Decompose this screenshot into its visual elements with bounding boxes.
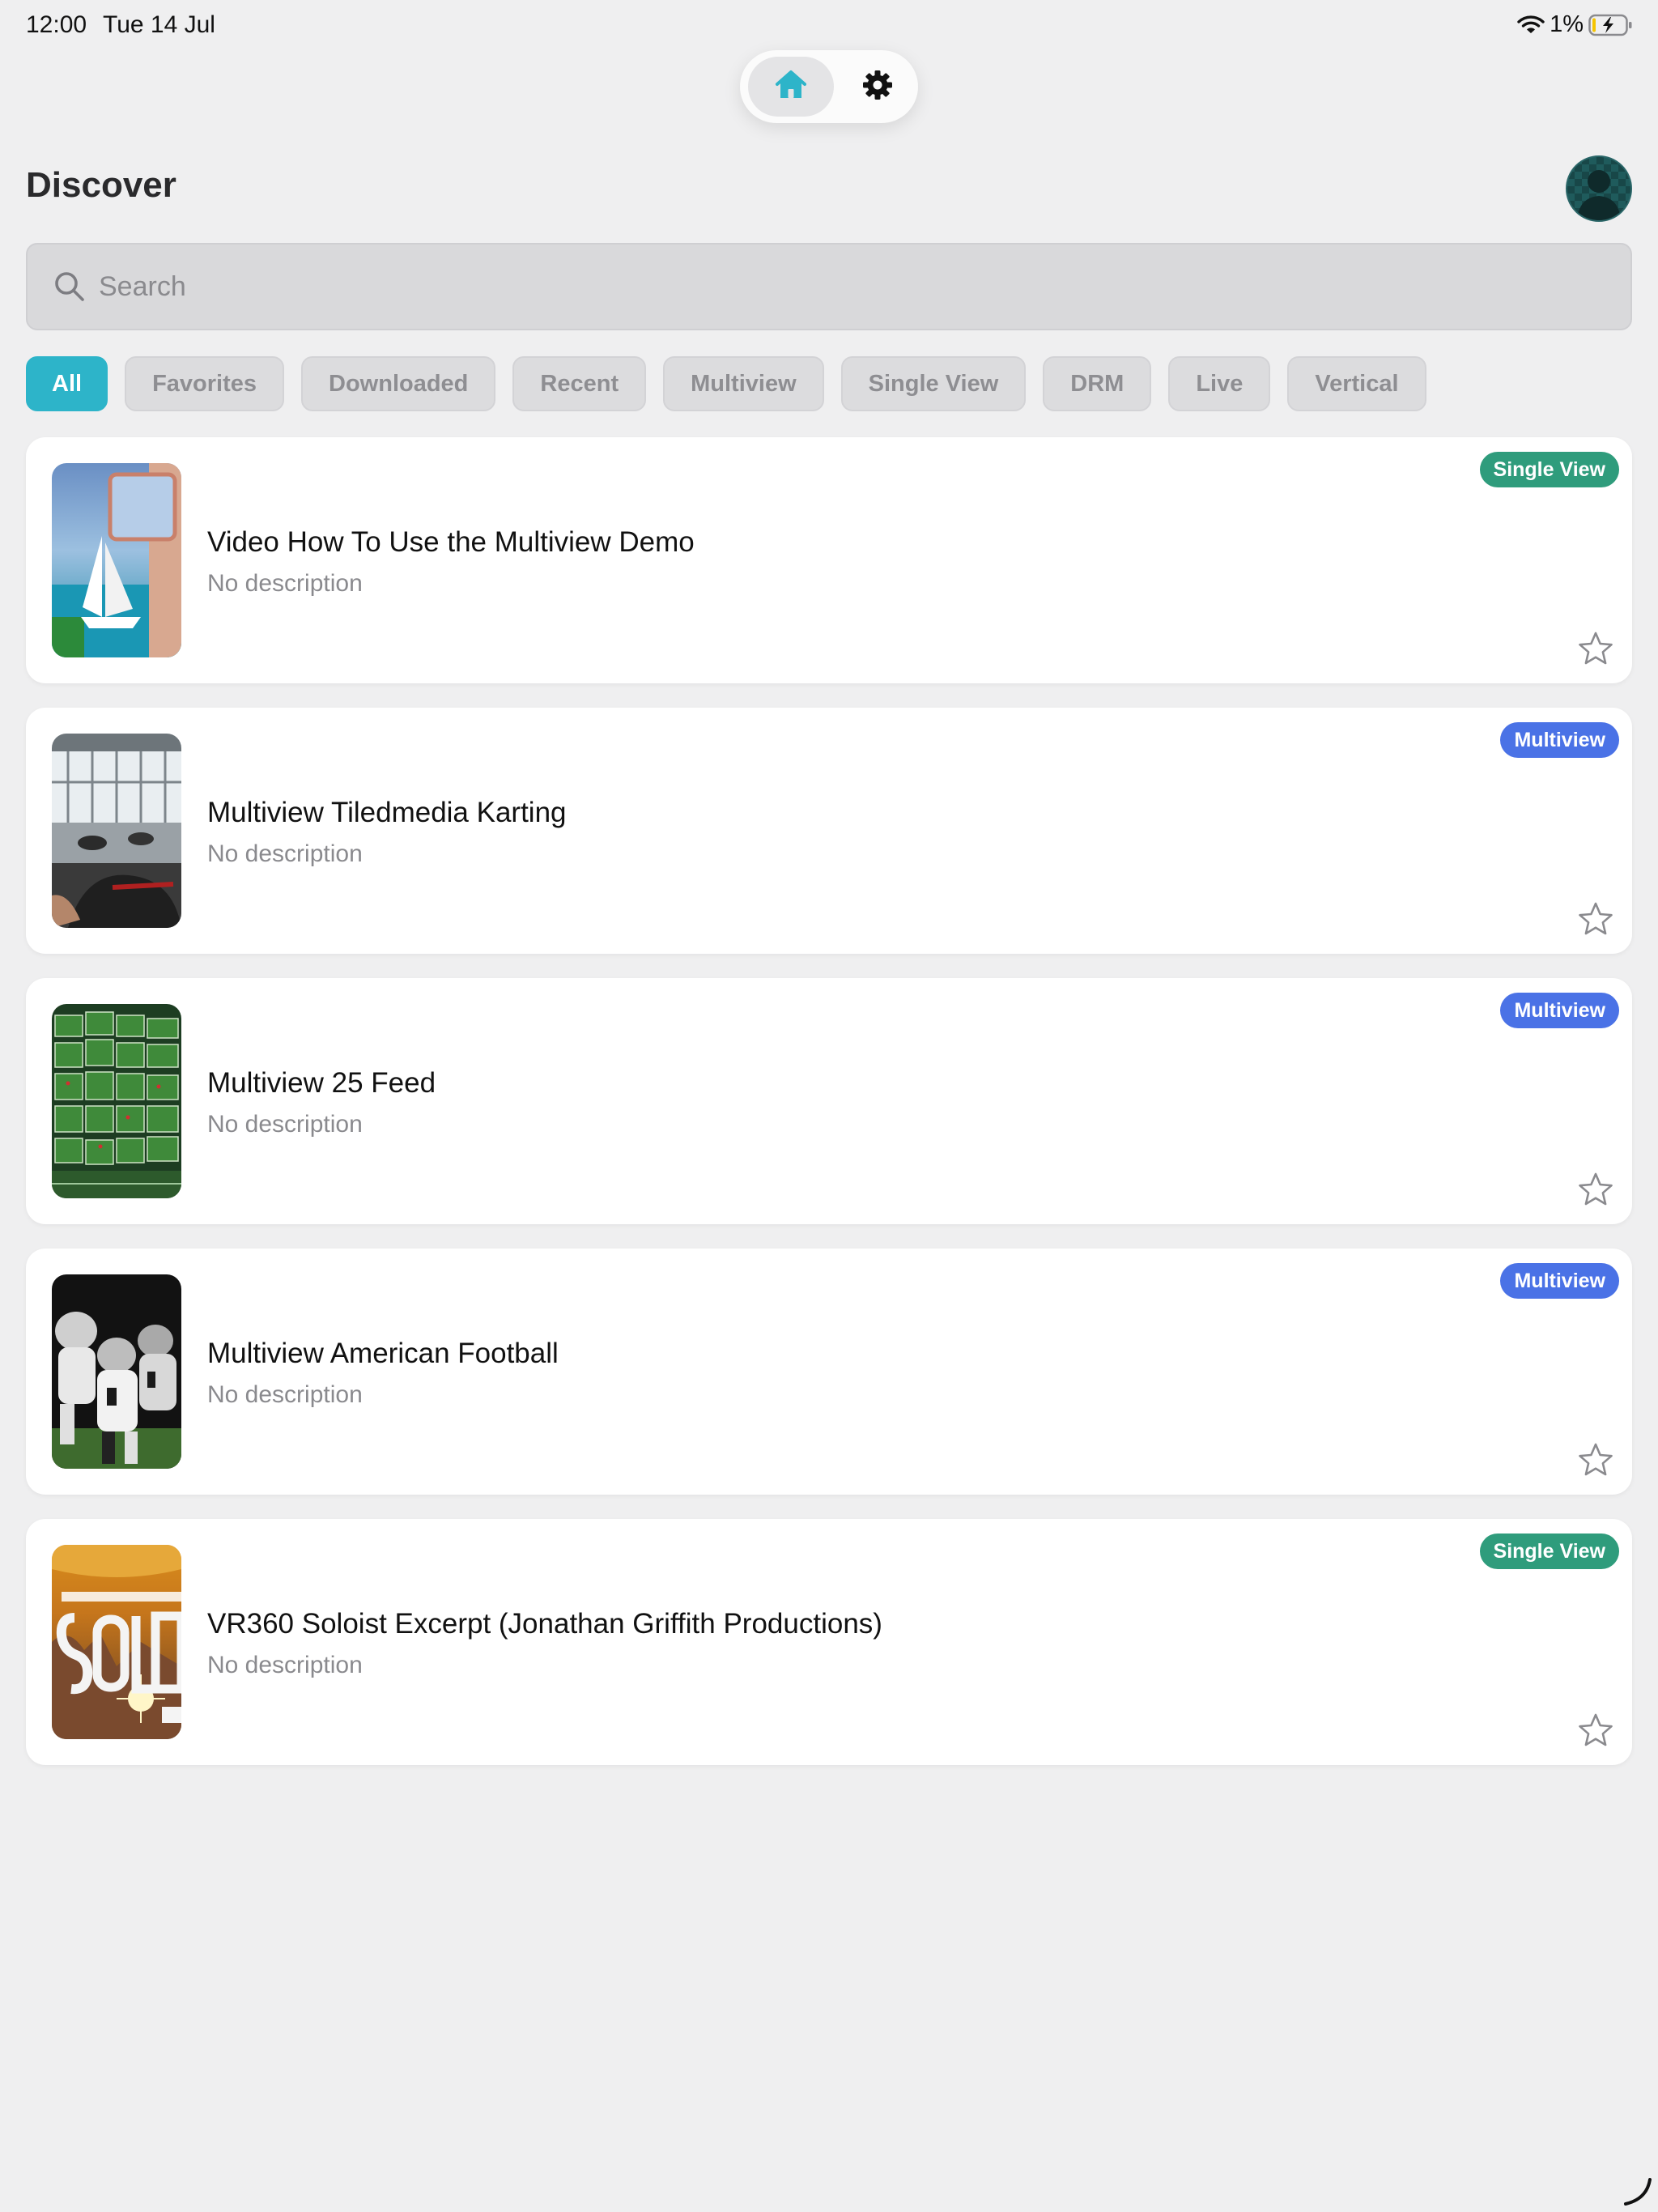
thumbnail-football-grid <box>52 1004 181 1198</box>
favorite-star-icon[interactable] <box>1577 1171 1614 1208</box>
home-icon <box>774 69 808 105</box>
favorite-star-icon[interactable] <box>1577 900 1614 938</box>
favorite-star-icon[interactable] <box>1577 1712 1614 1749</box>
type-badge: Single View <box>1479 452 1619 487</box>
filter-chip-single-view[interactable]: Single View <box>840 356 1027 411</box>
card-description: No description <box>207 1111 363 1138</box>
content-card[interactable]: Multiview American Football No descripti… <box>26 1249 1632 1495</box>
content-card[interactable]: Multiview Tiledmedia Karting No descript… <box>26 708 1632 954</box>
filter-chip-live[interactable]: Live <box>1168 356 1271 411</box>
type-badge: Multiview <box>1500 1263 1619 1299</box>
top-navigation <box>740 50 918 123</box>
card-description: No description <box>207 1381 363 1408</box>
status-bar: 12:00 Tue 14 Jul 1% <box>0 0 1658 53</box>
favorite-star-icon[interactable] <box>1577 630 1614 667</box>
card-title: Multiview American Football <box>207 1338 559 1369</box>
status-indicators: 1% <box>1517 11 1634 38</box>
favorite-star-icon[interactable] <box>1577 1441 1614 1478</box>
search-input[interactable] <box>86 245 1630 329</box>
settings-tab[interactable] <box>844 57 912 117</box>
search-bar <box>26 243 1632 330</box>
battery-charging-icon <box>1588 14 1634 36</box>
search-icon <box>55 272 84 301</box>
filter-chip-multiview[interactable]: Multiview <box>663 356 824 411</box>
type-badge: Single View <box>1479 1534 1619 1569</box>
filter-chip-drm[interactable]: DRM <box>1043 356 1152 411</box>
app-screen: 12:00 Tue 14 Jul 1% Discover Search All … <box>0 0 1658 2212</box>
status-time: 12:00 <box>26 11 87 38</box>
card-description: No description <box>207 570 363 597</box>
card-title: Multiview 25 Feed <box>207 1067 436 1099</box>
card-description: No description <box>207 1652 363 1678</box>
content-card[interactable]: Multiview 25 Feed No description Multivi… <box>26 978 1632 1224</box>
gear-icon <box>861 69 894 105</box>
card-description: No description <box>207 840 363 867</box>
card-title: Multiview Tiledmedia Karting <box>207 797 567 828</box>
content-card[interactable]: VR360 Soloist Excerpt (Jonathan Griffith… <box>26 1519 1632 1765</box>
thumbnail-soloist-poster <box>52 1545 181 1739</box>
card-title: Video How To Use the Multiview Demo <box>207 526 695 558</box>
thumbnail-sailboat <box>52 463 181 657</box>
home-tab[interactable] <box>748 57 834 117</box>
filter-chip-all[interactable]: All <box>26 356 108 411</box>
filter-chip-downloaded[interactable]: Downloaded <box>301 356 496 411</box>
filter-chip-vertical[interactable]: Vertical <box>1287 356 1426 411</box>
status-date: Tue 14 Jul <box>103 11 215 38</box>
user-silhouette-icon <box>1577 170 1621 220</box>
filter-chip-favorites[interactable]: Favorites <box>125 356 285 411</box>
filter-chips: All Favorites Downloaded Recent Multivie… <box>26 356 1426 411</box>
filter-chip-recent[interactable]: Recent <box>512 356 647 411</box>
thumbnail-karting <box>52 734 181 928</box>
wifi-icon <box>1517 15 1545 36</box>
content-card[interactable]: Video How To Use the Multiview Demo No d… <box>26 437 1632 683</box>
type-badge: Multiview <box>1500 722 1619 758</box>
type-badge: Multiview <box>1500 993 1619 1028</box>
thumbnail-american-football <box>52 1274 181 1469</box>
home-indicator-corner <box>1624 2178 1652 2206</box>
card-title: VR360 Soloist Excerpt (Jonathan Griffith… <box>207 1608 882 1640</box>
avatar[interactable] <box>1566 155 1632 222</box>
battery-percent: 1% <box>1550 11 1584 37</box>
page-title: Discover <box>26 165 176 205</box>
